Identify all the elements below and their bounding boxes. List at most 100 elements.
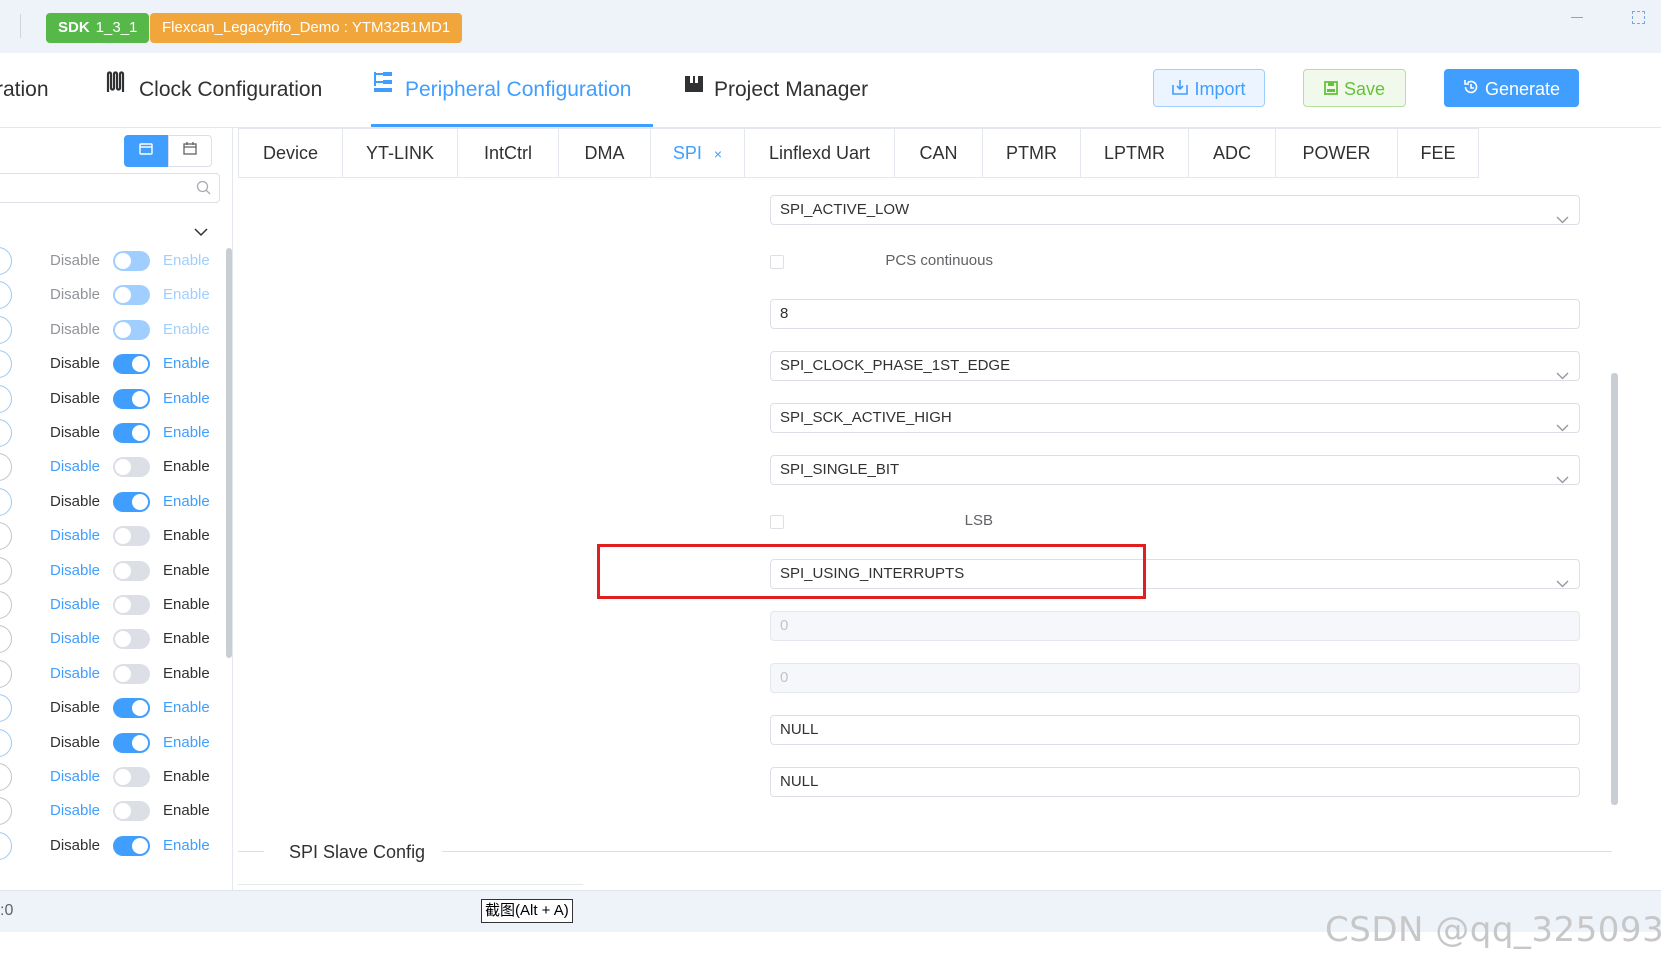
row-radio[interactable] [0,350,12,379]
enable-switch[interactable] [113,663,150,684]
field-rx-dma-channel: RX DMA channel 0 [238,661,1618,693]
save-button[interactable]: Save [1303,69,1406,107]
phase-select[interactable]: SPI_CLOCK_PHASE_1ST_EDGE [770,351,1580,381]
select-value: SPI_SINGLE_BIT [780,461,900,478]
tab-intctrl[interactable]: IntCtrl [458,129,559,177]
import-button[interactable]: Import [1153,69,1265,107]
bit-width-select[interactable]: SPI_SINGLE_BIT [770,455,1580,485]
disable-label: Disable [50,286,101,304]
generate-icon [1463,70,1479,108]
row-radio[interactable] [0,487,12,516]
maximize-icon[interactable] [1632,11,1645,24]
enable-switch[interactable] [113,595,150,615]
toggle-row: Disable Enable [0,315,226,345]
tab-fee[interactable]: FEE [1398,129,1478,177]
toggle-row: Disable Enable [0,418,226,448]
enable-switch[interactable] [113,629,150,650]
row-radio[interactable] [0,453,12,482]
list-view-button[interactable] [124,135,168,167]
enable-switch[interactable] [113,560,150,581]
close-icon[interactable]: × [714,146,722,162]
disable-label: Disable [50,561,101,579]
row-radio[interactable] [0,556,12,585]
row-radio[interactable] [0,419,12,447]
row-radio[interactable] [0,728,12,757]
enable-switch[interactable] [113,491,150,512]
row-radio[interactable] [0,315,12,344]
tab-dma[interactable]: DMA [559,129,651,177]
enable-label: Enable [163,596,210,613]
row-radio[interactable] [0,384,12,413]
enable-switch[interactable] [113,388,150,409]
nav-tab-pin-configuration[interactable]: ration [0,53,49,127]
spi-config-form: PCS polarity SPI_ACTIVE_LOW PCS continuo… [238,178,1618,890]
row-radio[interactable] [0,763,12,791]
input-value: 8 [780,305,789,322]
nav-tab-project-manager[interactable]: Project Manager [684,53,868,127]
minimize-icon[interactable] [1571,17,1583,18]
enable-switch[interactable] [113,457,150,478]
title-bar: SDK 1_3_1 Flexcan_Legacyfifo_Demo : YTM32… [0,0,1661,53]
search-input[interactable] [5,174,189,202]
chevron-down-icon [1556,414,1569,442]
enable-label: Enable [163,286,210,304]
enable-switch[interactable] [113,835,150,856]
enable-switch[interactable] [113,354,150,375]
row-radio[interactable] [0,247,12,275]
row-radio[interactable] [0,281,12,310]
nav-tab-peripheral-configuration[interactable]: Peripheral Configuration [371,53,653,127]
enable-switch[interactable] [113,285,150,306]
tab-ptmr[interactable]: PTMR [983,129,1081,177]
form-scrollbar[interactable] [1611,373,1618,805]
callback-parameter-input[interactable]: NULL [770,767,1580,797]
lsb-checkbox[interactable] [770,515,784,529]
tx-dma-channel-input: 0 [770,611,1580,641]
tab-yt-link[interactable]: YT-LINK [343,129,458,177]
sidebar-scrollbar[interactable] [226,248,232,658]
tab-linflexd-uart[interactable]: Linflexd Uart [745,129,895,177]
sidebar: Disable Enable Disable Enable Disable Enable D… [0,128,233,890]
sidebar-search[interactable] [0,173,220,203]
enable-label: Enable [163,527,210,545]
row-radio[interactable] [0,625,12,654]
row-radio[interactable] [0,797,12,826]
tab-can[interactable]: CAN [895,129,983,177]
enable-label: Enable [163,389,210,407]
enable-switch[interactable] [113,767,150,787]
select-value: SPI_SCK_ACTIVE_HIGH [780,409,952,426]
search-icon[interactable] [196,180,211,200]
tab-spi[interactable]: SPI × [651,129,745,177]
generate-button[interactable]: Generate [1444,69,1579,107]
section-title: SPI Slave Config [289,842,426,862]
tab-adc[interactable]: ADC [1189,129,1276,177]
peripheral-tabs: Device YT-LINK IntCtrl DMA SPI × Linflexd… [238,128,1479,178]
row-radio[interactable] [0,659,12,688]
pcs-polarity-select[interactable]: SPI_ACTIVE_LOW [770,195,1580,225]
tab-device[interactable]: Device [239,129,343,177]
clock-config-icon [105,51,129,125]
enable-switch[interactable] [113,319,150,340]
nav-tab-clock-configuration[interactable]: Clock Configuration [105,53,322,127]
field-bit-width: Bit width SPI_SINGLE_BIT [238,453,1618,485]
chevron-down-icon[interactable] [194,224,208,242]
clk-polarity-select[interactable]: SPI_SCK_ACTIVE_HIGH [770,403,1580,433]
toggle-row: Disable Enable [0,831,226,861]
grid-view-button[interactable] [168,135,212,167]
enable-label: Enable [163,630,210,648]
callback-input[interactable]: NULL [770,715,1580,745]
enable-switch[interactable] [113,423,150,443]
tab-lptmr[interactable]: LPTMR [1081,129,1189,177]
enable-label: Enable [163,458,210,476]
bits-frame-input[interactable]: 8 [770,299,1580,329]
tab-power[interactable]: POWER [1276,129,1398,177]
row-radio[interactable] [0,591,12,619]
row-radio[interactable] [0,694,12,723]
enable-switch[interactable] [113,801,150,822]
enable-switch[interactable] [113,526,150,547]
enable-switch[interactable] [113,251,150,271]
pcs-continuous-checkbox[interactable] [770,255,784,269]
row-radio[interactable] [0,522,12,551]
enable-switch[interactable] [113,732,150,753]
enable-switch[interactable] [113,698,150,719]
row-radio[interactable] [0,831,12,860]
